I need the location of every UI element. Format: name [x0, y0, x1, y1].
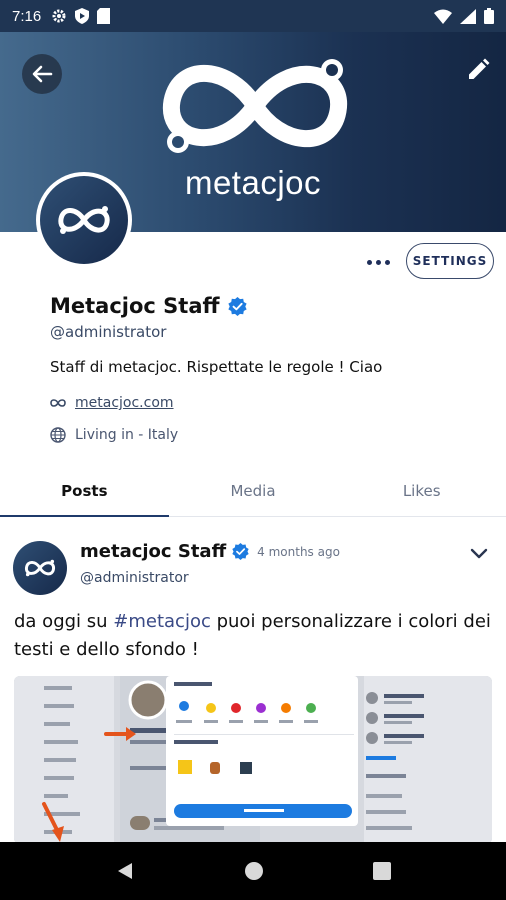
more-dot-icon: [366, 259, 372, 265]
profile-bio: Staff di metacjoc. Rispettate le regole …: [50, 358, 383, 376]
profile-location-row: Living in - Italy: [50, 427, 178, 443]
globe-icon: [50, 427, 66, 443]
nav-recents-icon[interactable]: [373, 862, 392, 880]
more-dot-icon: [384, 259, 390, 265]
more-dot-icon: [375, 259, 381, 265]
settings-gear-icon: [52, 9, 66, 23]
verified-badge-icon: [232, 543, 249, 560]
wifi-icon: [434, 9, 452, 24]
chevron-down-icon[interactable]: [468, 542, 490, 564]
battery-icon: [484, 8, 494, 24]
profile-tabs: Posts Media Likes: [0, 465, 506, 517]
signal-icon: [460, 8, 476, 24]
settings-button[interactable]: SETTINGS: [406, 243, 494, 279]
post-text-part: da oggi su: [14, 611, 114, 632]
metacjoc-logo-icon: [162, 59, 348, 153]
nav-home-icon[interactable]: [244, 861, 264, 881]
status-time: 7:16: [12, 7, 42, 25]
status-bar: 7:16: [0, 0, 506, 32]
pencil-icon: [469, 58, 490, 79]
sd-card-icon: [97, 8, 111, 24]
post-author-avatar[interactable]: [13, 541, 67, 595]
edit-profile-button[interactable]: [458, 50, 498, 90]
verified-badge-icon: [227, 296, 247, 316]
post-author-name[interactable]: metacjoc Staff: [80, 541, 226, 562]
post-author-handle: @administrator: [80, 570, 189, 586]
post-image-screenshot: [14, 676, 492, 844]
tab-media[interactable]: Media: [169, 465, 338, 516]
tab-posts[interactable]: Posts: [0, 465, 169, 517]
profile-name: Metacjoc Staff: [50, 294, 247, 318]
system-navigation-bar: [0, 842, 506, 900]
metacjoc-avatar-logo-icon: [58, 206, 110, 234]
profile-handle: @administrator: [50, 323, 167, 341]
post-author-row: metacjoc Staff 4 months ago: [80, 541, 340, 562]
metacjoc-avatar-logo-icon: [25, 559, 55, 577]
nav-back-icon[interactable]: [115, 861, 135, 881]
arrow-back-icon: [32, 65, 53, 83]
post-hashtag-link[interactable]: #metacjoc: [113, 611, 211, 632]
profile-website-link[interactable]: metacjoc.com: [75, 395, 174, 411]
post-image[interactable]: [14, 676, 492, 844]
profile-avatar[interactable]: [36, 172, 132, 268]
profile-location-text: Living in - Italy: [75, 427, 179, 443]
tab-likes[interactable]: Likes: [337, 465, 506, 516]
link-logo-icon: [50, 399, 66, 407]
post-text: da oggi su #metacjoc puoi personalizzare…: [14, 608, 494, 664]
back-button[interactable]: [22, 54, 62, 94]
more-options-button[interactable]: [360, 248, 396, 276]
profile-name-text: Metacjoc Staff: [50, 294, 220, 318]
post-timestamp: 4 months ago: [257, 544, 340, 559]
profile-website-row[interactable]: metacjoc.com: [50, 395, 174, 411]
shield-play-icon: [75, 8, 90, 24]
